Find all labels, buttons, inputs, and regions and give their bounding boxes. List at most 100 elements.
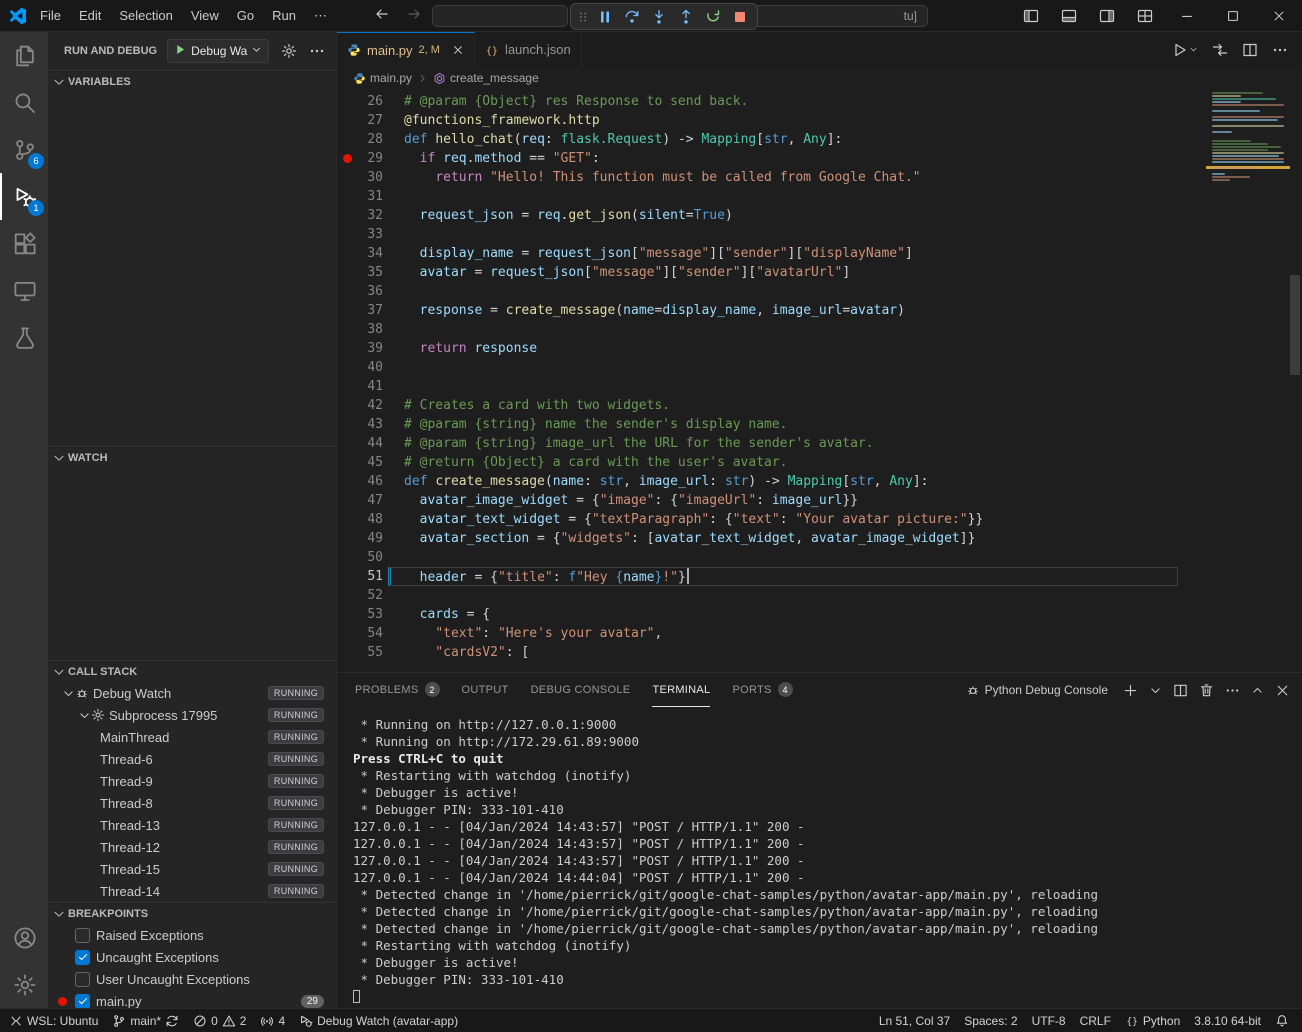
breadcrumb-item[interactable]: create_message (433, 71, 539, 85)
code-line[interactable]: 27@functions_framework.http (337, 111, 1302, 130)
code-line[interactable]: 31 (337, 187, 1302, 206)
tab-launch.json[interactable]: {}launch.json (475, 32, 582, 67)
activity-remote-explorer[interactable] (0, 267, 48, 314)
run-python-file-button[interactable] (1172, 42, 1198, 58)
breadcrumb-item[interactable]: main.py (353, 71, 412, 85)
code-line[interactable]: 29 if req.method == "GET": (337, 149, 1302, 168)
code-line[interactable]: 30 return "Hello! This function must be … (337, 168, 1302, 187)
window-title[interactable]: tu] (742, 5, 928, 27)
status-indentation[interactable]: Spaces: 2 (957, 1009, 1024, 1032)
minimize-button[interactable] (1164, 0, 1210, 32)
new-terminal-button[interactable] (1123, 683, 1138, 698)
split-terminal-button[interactable] (1173, 683, 1188, 698)
code-line[interactable]: 39 return response (337, 339, 1302, 358)
launch-config-select[interactable]: Debug Wa (167, 39, 269, 63)
activity-source-control[interactable]: 6 (0, 126, 48, 173)
more-editor-actions-button[interactable] (1272, 42, 1288, 58)
section-header-variables[interactable]: VARIABLES (48, 70, 336, 92)
status-debug-status[interactable]: Debug Watch (avatar-app) (292, 1009, 465, 1032)
minimap[interactable] (1212, 92, 1286, 182)
code-line[interactable]: 51 header = {"title": f"Hey {name}!"} (337, 567, 1302, 586)
code-line[interactable]: 47 avatar_image_widget = {"image": {"ima… (337, 491, 1302, 510)
panel-tab-output[interactable]: OUTPUT (462, 673, 509, 707)
panel-tab-terminal[interactable]: TERMINAL (652, 673, 710, 707)
debug-settings-button[interactable] (281, 43, 297, 59)
status-remote[interactable]: WSL: Ubuntu (2, 1009, 105, 1032)
code-line[interactable]: 48 avatar_text_widget = {"textParagraph"… (337, 510, 1302, 529)
sidebar-more-actions-button[interactable] (309, 43, 325, 59)
code-line[interactable]: 50 (337, 548, 1302, 567)
code-line[interactable]: 46def create_message(name: str, image_ur… (337, 472, 1302, 491)
code-line[interactable]: 32 request_json = req.get_json(silent=Tr… (337, 206, 1302, 225)
section-header-call-stack[interactable]: CALL STACK (48, 660, 336, 682)
status-branch[interactable]: main* (105, 1009, 186, 1032)
code-editor[interactable]: 26# @param {Object} res Response to send… (337, 89, 1302, 672)
step-over-button[interactable] (620, 6, 644, 28)
activity-explorer[interactable] (0, 32, 48, 79)
panel-tab-problems[interactable]: PROBLEMS2 (355, 673, 440, 707)
callstack-item[interactable]: Thread-9RUNNING (48, 770, 336, 792)
editor-scrollbar[interactable] (1288, 89, 1302, 672)
status-encoding[interactable]: UTF-8 (1025, 1009, 1073, 1032)
activity-extensions[interactable] (0, 220, 48, 267)
code-line[interactable]: 40 (337, 358, 1302, 377)
customize-layout-button[interactable] (1126, 0, 1164, 32)
breakpoint-item[interactable]: User Uncaught Exceptions (48, 968, 336, 990)
breakpoint-item[interactable]: main.py29 (48, 990, 336, 1008)
status-python-interpreter[interactable]: 3.8.10 64-bit (1187, 1009, 1268, 1032)
command-center-search[interactable] (432, 5, 568, 27)
code-line[interactable]: 26# @param {Object} res Response to send… (337, 92, 1302, 111)
maximize-button[interactable] (1210, 0, 1256, 32)
step-out-button[interactable] (674, 6, 698, 28)
code-line[interactable]: 34 display_name = request_json["message"… (337, 244, 1302, 263)
activity-search[interactable] (0, 79, 48, 126)
callstack-item[interactable]: Thread-13RUNNING (48, 814, 336, 836)
breakpoint-item[interactable]: Raised Exceptions (48, 924, 336, 946)
close-panel-button[interactable] (1275, 683, 1290, 698)
panel-tab-ports[interactable]: PORTS4 (732, 673, 792, 707)
breakpoint-checkbox[interactable] (75, 994, 90, 1009)
open-changes-button[interactable] (1212, 42, 1228, 58)
status-eol[interactable]: CRLF (1073, 1009, 1118, 1032)
callstack-item[interactable]: Thread-12RUNNING (48, 836, 336, 858)
editor-scrollbar-thumb[interactable] (1290, 275, 1300, 375)
code-line[interactable]: 44# @param {string} image_url the URL fo… (337, 434, 1302, 453)
toggle-panel-button[interactable] (1050, 0, 1088, 32)
restart-button[interactable] (701, 6, 725, 28)
menu-view[interactable]: View (182, 1, 228, 31)
terminal-profile[interactable]: Python Debug Console (966, 683, 1108, 697)
status-language-mode[interactable]: {}Python (1118, 1009, 1187, 1032)
more-panel-actions-button[interactable] (1225, 683, 1240, 698)
terminal-profile-dropdown-button[interactable] (1149, 684, 1162, 697)
breakpoint-checkbox[interactable] (75, 972, 90, 987)
callstack-item[interactable]: MainThreadRUNNING (48, 726, 336, 748)
breakpoint-gutter-dot[interactable] (337, 154, 357, 163)
go-back-button[interactable] (374, 6, 390, 27)
code-line[interactable]: 42# Creates a card with two widgets. (337, 396, 1302, 415)
code-line[interactable]: 37 response = create_message(name=displa… (337, 301, 1302, 320)
toggle-primary-sidebar-button[interactable] (1012, 0, 1050, 32)
split-editor-button[interactable] (1242, 42, 1258, 58)
code-line[interactable]: 28def hello_chat(req: flask.Request) -> … (337, 130, 1302, 149)
code-line[interactable]: 54 "text": "Here's your avatar", (337, 624, 1302, 643)
menu-edit[interactable]: Edit (70, 1, 110, 31)
activity-run-and-debug[interactable]: 1 (0, 173, 48, 220)
code-line[interactable]: 55 "cardsV2": [ (337, 643, 1302, 662)
kill-terminal-button[interactable] (1199, 683, 1214, 698)
menu-go[interactable]: Go (228, 1, 263, 31)
breakpoint-checkbox[interactable] (75, 928, 90, 943)
code-line[interactable]: 38 (337, 320, 1302, 339)
go-forward-button[interactable] (406, 6, 422, 27)
terminal-output[interactable]: * Running on http://127.0.0.1:9000 * Run… (337, 707, 1302, 1008)
callstack-item[interactable]: Thread-15RUNNING (48, 858, 336, 880)
step-into-button[interactable] (647, 6, 671, 28)
tab-main.py[interactable]: main.py2, M (337, 32, 475, 67)
section-header-breakpoints[interactable]: BREAKPOINTS (48, 902, 336, 924)
code-line[interactable]: 45# @return {Object} a card with the use… (337, 453, 1302, 472)
code-line[interactable]: 35 avatar = request_json["message"]["sen… (337, 263, 1302, 282)
code-line[interactable]: 53 cards = { (337, 605, 1302, 624)
menu-selection[interactable]: Selection (110, 1, 181, 31)
menu-run[interactable]: Run (263, 1, 305, 31)
callstack-item[interactable]: Thread-14RUNNING (48, 880, 336, 902)
section-header-watch[interactable]: WATCH (48, 446, 336, 468)
